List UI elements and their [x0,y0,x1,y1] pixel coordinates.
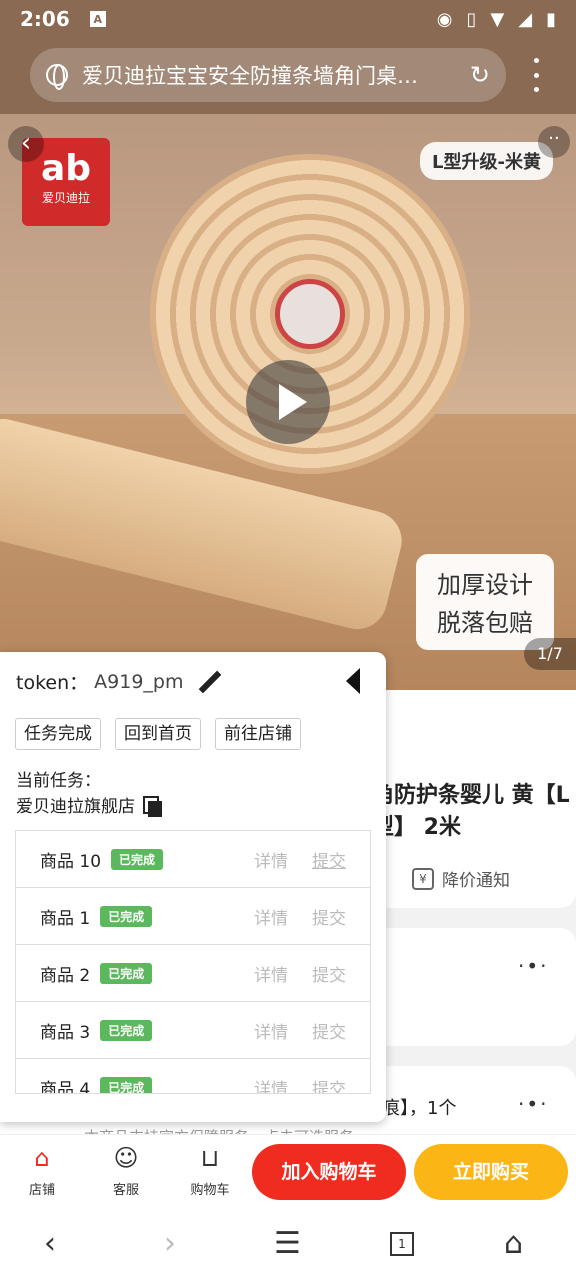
task-panel: token： A919_pm 任务完成 回到首页 前往店铺 当前任务： 爱贝迪拉… [0,652,386,1122]
current-task-label: 当前任务： [16,771,101,791]
submit-link[interactable]: 提交 [312,904,346,929]
token-label: token： [16,672,89,694]
service-icon: ☺ [113,1144,139,1172]
current-shop: 爱贝迪拉旗舰店 [16,792,162,817]
edit-pencil-icon[interactable] [199,671,221,693]
back-icon[interactable]: ‹ [8,126,44,162]
menu-more-icon[interactable] [526,58,546,92]
nav-tabs-icon[interactable]: 1 [390,1232,414,1256]
copy-icon[interactable] [143,795,162,817]
price-tag-icon: ¥ [412,867,434,890]
submit-link[interactable]: 提交 [312,1075,346,1094]
cart-icon: ⊔ [200,1144,220,1172]
status-bar: 2:06 A ◉ ▯ ▼ ◢ ▮ [0,0,576,38]
back-home-button[interactable]: 回到首页 [115,718,201,750]
panel-actions: 任务完成 回到首页 前往店铺 [15,718,301,750]
done-badge: 已完成 [100,905,153,927]
signal-icon: ◢ [518,8,533,30]
task-row: 商品 2 已完成 详情 提交 [16,945,370,1002]
detail-link[interactable]: 详情 [254,1075,288,1094]
nav-menu-icon[interactable]: ☰ [274,1226,301,1262]
detail-link[interactable]: 详情 [254,847,288,872]
status-icons: ◉ ▯ ▼ ◢ ▮ [437,9,556,30]
done-badge: 已完成 [111,848,164,870]
shop-icon: ⌂ [34,1144,50,1172]
done-badge: 已完成 [100,1019,153,1041]
task-complete-button[interactable]: 任务完成 [15,718,101,750]
token-row: token： A919_pm [16,668,221,695]
submit-link[interactable]: 提交 [312,961,346,986]
task-row: 商品 1 已完成 详情 提交 [16,888,370,945]
task-row: 商品 10 已完成 详情 提交 [16,831,370,888]
go-shop-button[interactable]: 前往店铺 [215,718,301,750]
task-row: 商品 4 已完成 详情 提交 [16,1059,370,1094]
image-counter: 1/7 [524,638,576,670]
detail-link[interactable]: 详情 [254,1018,288,1043]
url-bar[interactable]: 爱贝迪拉宝宝安全防撞条墙角门桌… ↻ [30,48,506,102]
browser-chrome: 2:06 A ◉ ▯ ▼ ◢ ▮ 爱贝迪拉宝宝安全防撞条墙角门桌… ↻ [0,0,576,114]
more-dots-icon[interactable]: ·•· [518,954,549,978]
variant-tag: L型升级-米黄 [420,142,553,180]
shop-button[interactable]: ⌂ 店铺 [14,1143,70,1198]
reload-icon[interactable]: ↻ [470,61,490,89]
product-title: 角防护条婴儿 黄【L型】 2米 [372,783,570,840]
more-options-icon[interactable]: ·· [538,126,570,158]
buy-now-button[interactable]: 立即购买 [414,1144,568,1200]
submit-link[interactable]: 提交 [312,1018,346,1043]
promo-badge: 加厚设计 脱落包赔 [416,554,554,650]
bottom-action-bar: ⌂ 店铺 ☺ 客服 ⊔ 购物车 加入购物车 立即购买 [0,1134,576,1208]
nav-home-icon[interactable]: ⌂ [504,1226,523,1262]
detail-link[interactable]: 详情 [254,904,288,929]
token-value: A919_pm [94,670,184,693]
add-to-cart-button[interactable]: 加入购物车 [252,1144,406,1200]
more-dots-icon-2[interactable]: ·•· [518,1092,549,1116]
detail-link[interactable]: 详情 [254,961,288,986]
battery-icon: ▮ [546,8,556,30]
url-title: 爱贝迪拉宝宝安全防撞条墙角门桌… [82,64,418,88]
customer-service-button[interactable]: ☺ 客服 [98,1143,154,1198]
location-icon: ◉ [436,8,453,30]
cart-button[interactable]: ⊔ 购物车 [182,1143,238,1198]
done-badge: 已完成 [100,1076,153,1093]
product-image[interactable]: ab 爱贝迪拉 L型升级-米黄 加厚设计 脱落包赔 ‹ ·· 1/7 [0,114,576,690]
done-badge: 已完成 [100,962,153,984]
task-list[interactable]: 商品 10 已完成 详情 提交 商品 1 已完成 详情 提交 商品 2 已完成 … [15,830,371,1094]
collapse-panel-icon[interactable] [346,668,360,694]
play-video-button[interactable] [246,360,330,444]
system-navigation-bar: ‹ › ☰ 1 ⌂ [0,1208,576,1280]
task-row: 商品 3 已完成 详情 提交 [16,1002,370,1059]
price-notice-button[interactable]: ¥ 降价通知 [412,866,510,891]
submit-link[interactable]: 提交 [312,847,346,872]
wifi-icon: ▼ [490,8,505,30]
notification-a-icon: A [89,11,106,27]
nav-back-icon[interactable]: ‹ [44,1226,56,1262]
nav-forward-icon[interactable]: › [164,1226,176,1262]
spec-text: 痕】，1个 [382,1098,457,1119]
globe-icon [46,64,68,90]
status-time: 2:06 [20,7,70,31]
vibrate-icon: ▯ [466,8,477,30]
